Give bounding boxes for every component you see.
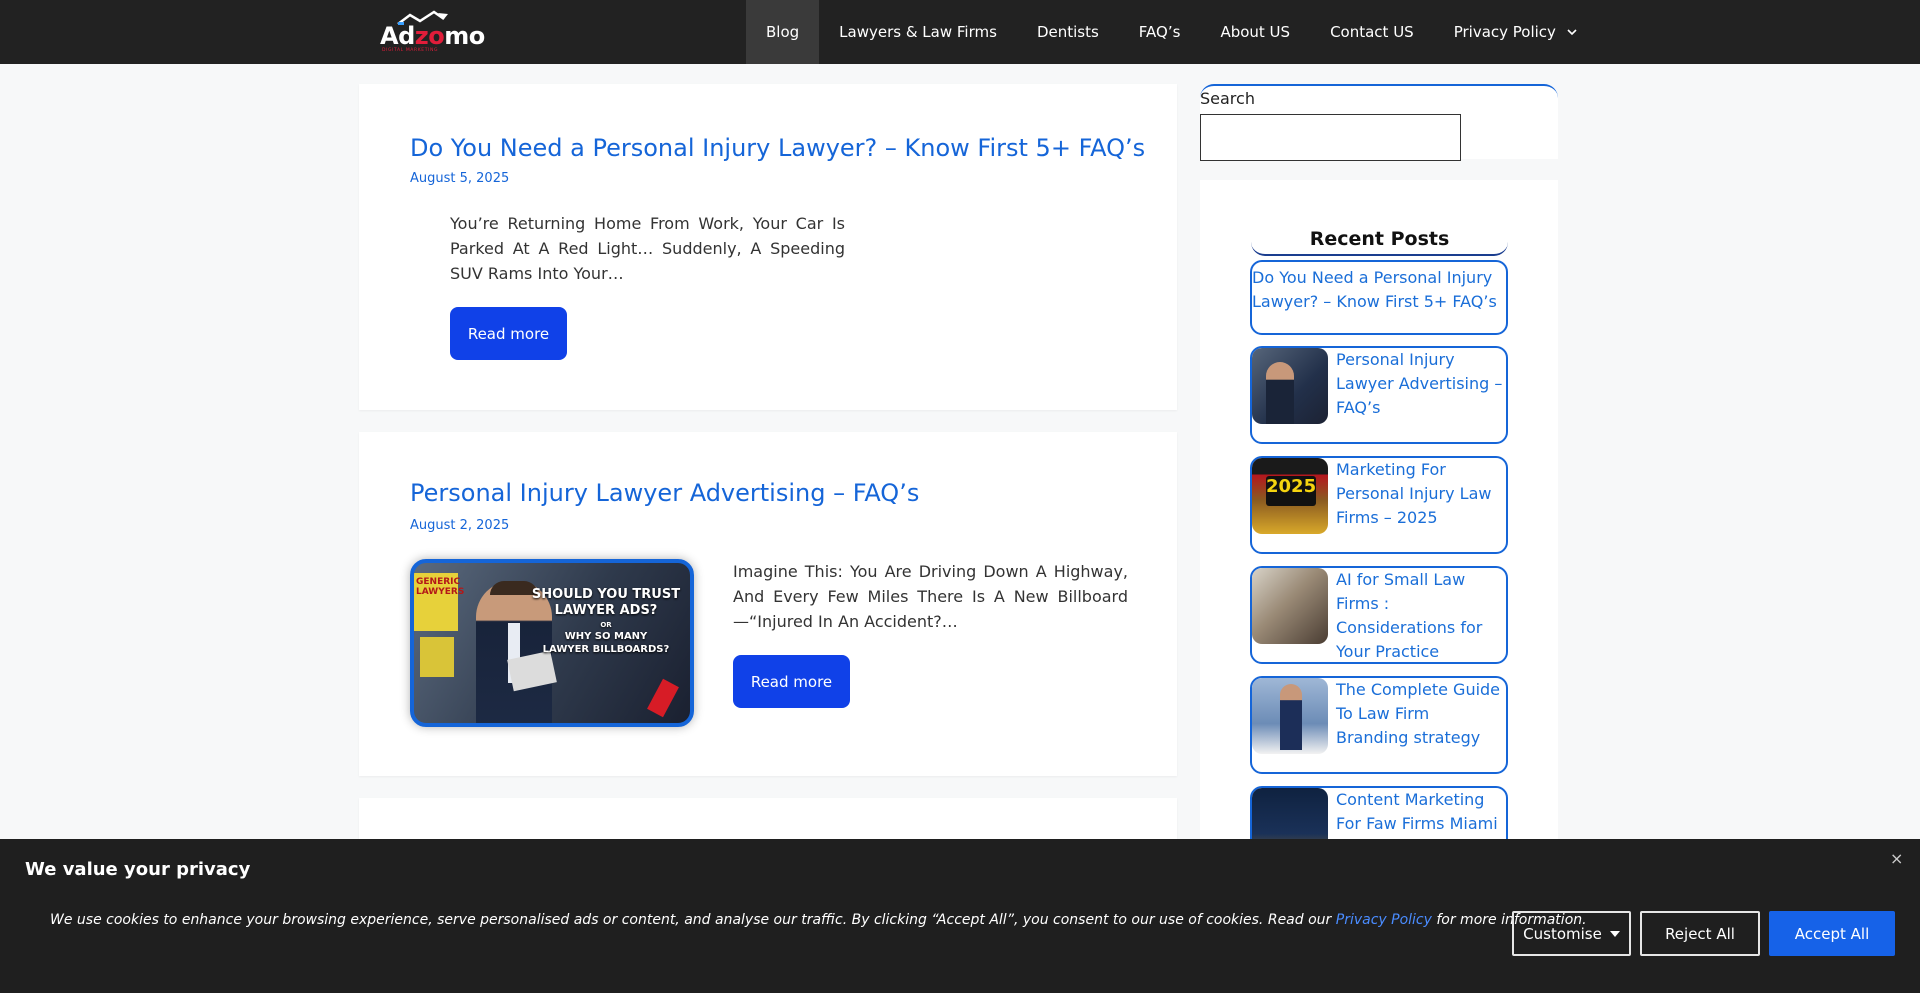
- recent-post-thumbnail[interactable]: [1252, 678, 1328, 754]
- accept-all-button[interactable]: Accept All: [1769, 911, 1895, 956]
- recent-post-item[interactable]: Do You Need a Personal Injury Lawyer? – …: [1250, 260, 1508, 335]
- recent-posts-widget: Recent Posts Do You Need a Personal Inju…: [1200, 180, 1558, 884]
- nav-dentists[interactable]: Dentists: [1017, 0, 1119, 64]
- recent-post-thumbnail[interactable]: 2025: [1252, 458, 1328, 534]
- post-thumbnail[interactable]: GENERIC LAWYERS SHOULD YOU TRUST LAWYER …: [410, 559, 694, 727]
- logo-tagline: DIGITAL MARKETING: [382, 48, 439, 53]
- read-more-button[interactable]: Read more: [733, 655, 850, 708]
- nav-blog[interactable]: Blog: [746, 0, 820, 64]
- post-card: Do You Need a Personal Injury Lawyer? – …: [359, 84, 1177, 410]
- recent-post-thumbnail[interactable]: [1252, 568, 1328, 644]
- recent-post-item[interactable]: 2025 Marketing For Personal Injury Law F…: [1250, 456, 1508, 554]
- cookie-banner: We value your privacy × We use cookies t…: [0, 839, 1920, 993]
- thumbnail-sign: [420, 637, 454, 677]
- customise-button[interactable]: Customise: [1512, 911, 1631, 956]
- thumbnail-text: SHOULD YOU TRUST: [531, 587, 681, 602]
- search-input[interactable]: [1200, 114, 1461, 161]
- thumbnail-text: LAWYER ADS?: [554, 603, 658, 618]
- reject-all-button[interactable]: Reject All: [1640, 911, 1760, 956]
- site-header: Adzomo DIGITAL MARKETING Blog Lawyers & …: [0, 0, 1920, 64]
- thumbnail-text: OR: [600, 621, 612, 629]
- recent-post-title[interactable]: Marketing For Personal Injury Law Firms …: [1336, 458, 1506, 530]
- thumbnail-tag: [647, 678, 679, 718]
- recent-post-title[interactable]: The Complete Guide To Law Firm Branding …: [1336, 678, 1506, 750]
- nav-lawyers[interactable]: Lawyers & Law Firms: [819, 0, 1017, 64]
- post-date[interactable]: August 2, 2025: [410, 518, 509, 533]
- main-nav: Blog Lawyers & Law Firms Dentists FAQ’s …: [746, 0, 1598, 64]
- thumbnail-text: LAWYER BILLBOARDS?: [542, 644, 670, 655]
- thumbnail-text: WHY SO MANY: [564, 631, 648, 642]
- caret-down-icon: [1609, 930, 1620, 937]
- nav-faqs[interactable]: FAQ’s: [1119, 0, 1201, 64]
- cookie-message: We use cookies to enhance your browsing …: [50, 912, 1587, 928]
- post-date[interactable]: August 5, 2025: [410, 171, 509, 186]
- read-more-button[interactable]: Read more: [450, 307, 567, 360]
- post-card: Personal Injury Lawyer Advertising – FAQ…: [359, 432, 1177, 776]
- nav-contact[interactable]: Contact US: [1310, 0, 1434, 64]
- post-excerpt: Imagine This: You Are Driving Down A Hig…: [733, 562, 1128, 631]
- nav-privacy[interactable]: Privacy Policy: [1434, 0, 1598, 64]
- recent-post-item[interactable]: AI for Small Law Firms : Considerations …: [1250, 566, 1508, 664]
- search-label: Search: [1200, 89, 1255, 108]
- search-widget: Search: [1200, 84, 1558, 161]
- logo-wordmark: Adzomo: [380, 22, 485, 50]
- privacy-policy-link[interactable]: Privacy Policy: [1336, 912, 1432, 928]
- post-title[interactable]: Personal Injury Lawyer Advertising – FAQ…: [410, 479, 919, 507]
- nav-about[interactable]: About US: [1200, 0, 1310, 64]
- recent-post-title[interactable]: AI for Small Law Firms : Considerations …: [1336, 568, 1506, 664]
- cookie-title: We value your privacy: [25, 859, 251, 880]
- post-title[interactable]: Do You Need a Personal Injury Lawyer? – …: [410, 134, 1145, 162]
- recent-post-title[interactable]: Personal Injury Lawyer Advertising – FAQ…: [1336, 348, 1506, 420]
- recent-post-item[interactable]: The Complete Guide To Law Firm Branding …: [1250, 676, 1508, 774]
- recent-posts-heading: Recent Posts: [1251, 228, 1508, 256]
- thumbnail-sign: GENERIC LAWYERS: [414, 573, 464, 631]
- site-logo[interactable]: Adzomo DIGITAL MARKETING: [378, 8, 485, 54]
- recent-post-item[interactable]: Personal Injury Lawyer Advertising – FAQ…: [1250, 346, 1508, 444]
- close-icon[interactable]: ×: [1890, 849, 1903, 868]
- recent-post-thumbnail[interactable]: [1252, 348, 1328, 424]
- chevron-down-icon: [1567, 29, 1577, 36]
- post-excerpt: You’re Returning Home From Work, Your Ca…: [450, 214, 845, 283]
- recent-post-title[interactable]: Do You Need a Personal Injury Lawyer? – …: [1252, 266, 1508, 314]
